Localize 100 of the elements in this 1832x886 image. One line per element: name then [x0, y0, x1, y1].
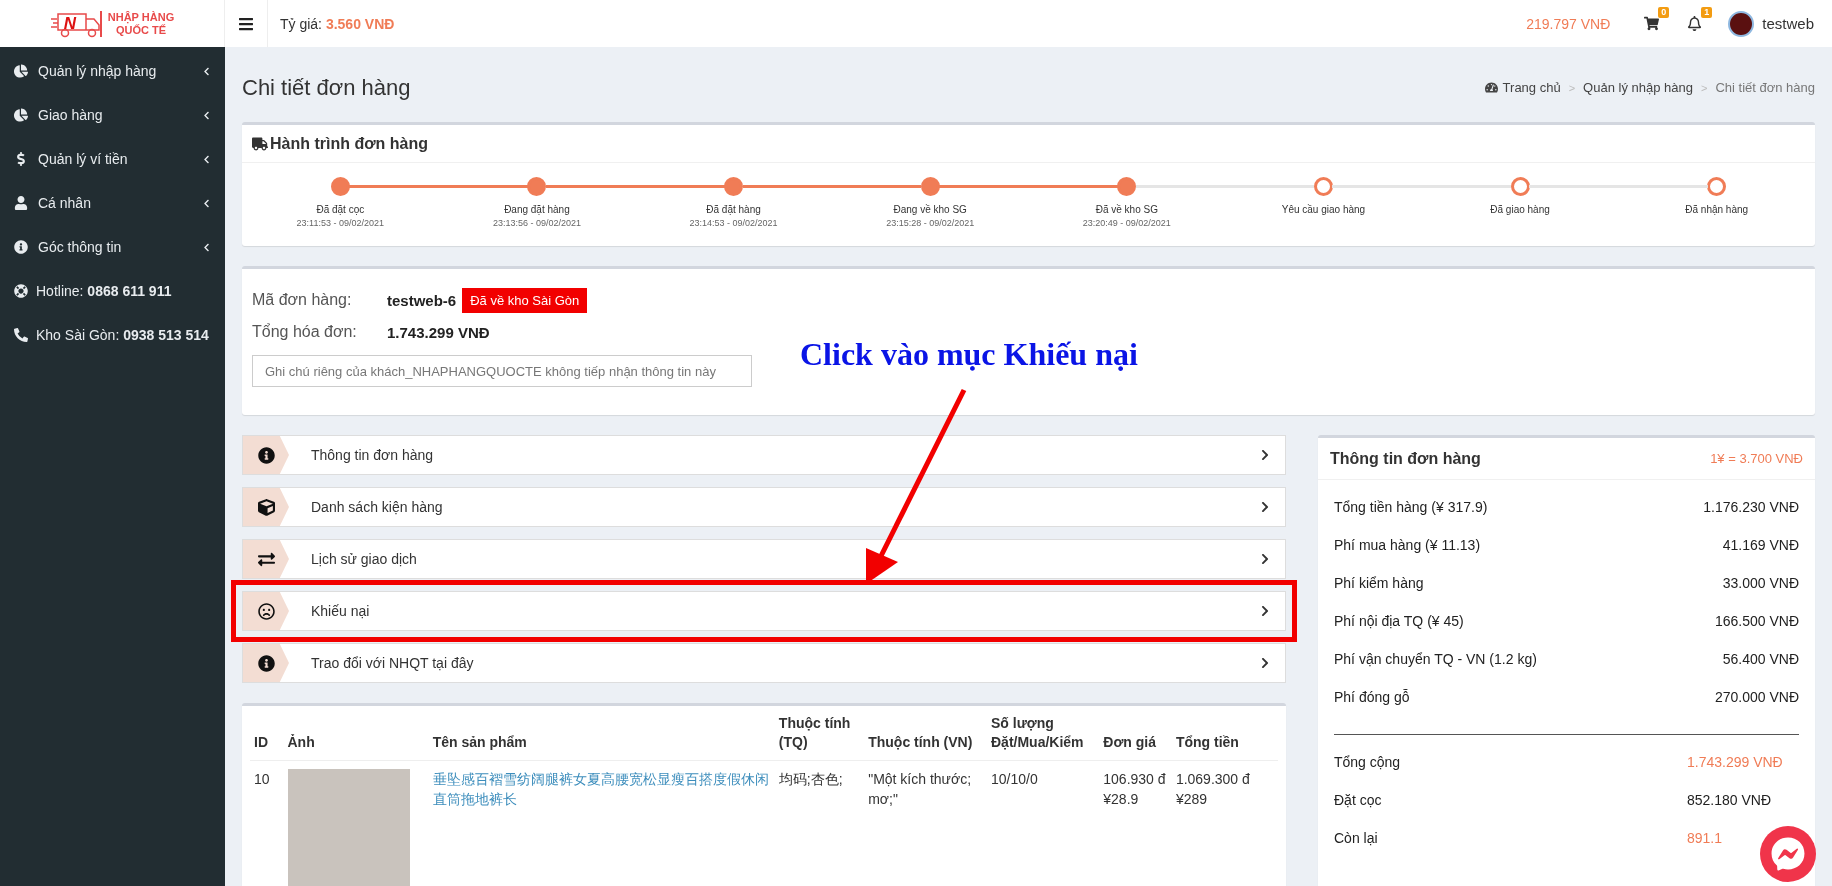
exchange-rate: 1¥ = 3.700 VNĐ — [1710, 451, 1803, 466]
column-header: ID — [250, 706, 284, 761]
info-icon — [257, 654, 275, 672]
step-time: 23:14:53 - 09/02/2021 — [689, 218, 778, 228]
price-text: 106.930 đ — [1103, 770, 1167, 789]
lifebuoy-icon — [14, 284, 28, 298]
chevron-icon — [202, 242, 211, 252]
total-label: Tổng cộng — [1334, 754, 1401, 770]
price-text: ¥28.9 — [1103, 790, 1140, 809]
pie-chart-icon — [14, 108, 28, 122]
fee-value: 41.169 VNĐ — [1722, 537, 1799, 553]
note-field[interactable]: Ghi chú riêng của khách_NHAPHANGQUOCTE không tiếp nhận thông tin này — [252, 355, 752, 387]
step-label: Đang về kho SG — [893, 204, 967, 215]
dashboard-icon — [1484, 81, 1498, 94]
page-title: Chi tiết đơn hàng — [242, 74, 411, 101]
arrows-icon — [257, 550, 275, 568]
fee-value: 1.176.230 VNĐ — [1703, 499, 1799, 515]
fee-label: Phí mua hàng (¥ 11.13) — [1334, 537, 1481, 553]
exchange-rate: Tỷ giá: 3.560 VNĐ — [280, 15, 395, 32]
field-label: Tổng hóa đơn: — [252, 323, 358, 341]
panel-title: Thông tin đơn hàng — [1330, 449, 1481, 468]
contact-text: Hotline: 0868 611 911 — [36, 283, 172, 299]
total-value: 1.743.299 VNĐ — [1687, 754, 1784, 770]
step-label: Đã giao hàng — [1490, 204, 1550, 215]
step-time: 23:20:49 - 09/02/2021 — [1082, 218, 1171, 228]
menu-icon — [238, 15, 254, 32]
step-time: 23:13:56 - 09/02/2021 — [492, 218, 581, 228]
chevron-icon — [1259, 553, 1271, 565]
total-text: ¥289 — [1175, 790, 1209, 809]
column-header: Tên sản phẩm — [428, 706, 775, 761]
fee-label: Phí vận chuyển TQ - VN (1.2 kg) — [1334, 651, 1537, 667]
sidebar-item[interactable]: Góc thông tin — [0, 225, 225, 269]
username[interactable]: testweb — [1762, 15, 1814, 32]
total-value: 852.180 VNĐ — [1687, 792, 1773, 808]
section-row[interactable]: Khiếu nại — [242, 591, 1286, 631]
column-header: Đơn giá — [1099, 706, 1172, 761]
balance: 219.797 VNĐ — [1526, 15, 1611, 32]
dollar-icon — [14, 152, 28, 166]
total-value: 891.1 — [1687, 830, 1724, 846]
contact-text: Kho Sài Gòn: 0938 513 514 — [36, 327, 209, 343]
truck-icon — [252, 135, 268, 152]
breadcrumb-separator: > — [1568, 81, 1576, 94]
info-icon — [257, 446, 275, 464]
info-icon — [14, 240, 28, 254]
step-label: Đã đặt hàng — [706, 204, 761, 215]
breadcrumb-link[interactable]: Quản lý nhập hàng — [1583, 80, 1693, 95]
status-badge: Đã về kho Sài Gòn — [462, 287, 588, 313]
chevron-icon — [202, 154, 211, 164]
chevron-icon — [202, 110, 211, 120]
column-header: Thuộc tính (VN) — [864, 706, 987, 761]
fee-value: 166.500 VNĐ — [1714, 613, 1799, 629]
avatar[interactable] — [1728, 10, 1755, 37]
chevron-icon — [202, 198, 211, 208]
sidebar-item[interactable]: Giao hàng — [0, 93, 225, 137]
chevron-icon — [1259, 501, 1271, 513]
chevron-icon — [1259, 605, 1271, 617]
phone-icon — [14, 328, 28, 342]
bell-icon — [1687, 16, 1703, 31]
total-text: 1.069.300 đ — [1175, 770, 1251, 789]
cart-button[interactable] — [1642, 14, 1662, 33]
fee-label: Tổng tiền hàng (¥ 317.9) — [1334, 499, 1488, 515]
section-row[interactable]: Lịch sử giao dịch — [242, 539, 1286, 579]
logo-letter: N — [63, 13, 78, 34]
order-code: testweb-6 — [387, 291, 457, 309]
section-row[interactable]: Thông tin đơn hàng — [242, 435, 1286, 475]
fee-label: Phí nội địa TQ (¥ 45) — [1334, 613, 1464, 629]
frown-icon — [257, 602, 275, 620]
field-label: Mã đơn hàng: — [252, 291, 353, 309]
messenger-icon — [1771, 837, 1805, 871]
notification-badge: 1 — [1701, 7, 1713, 18]
sidebar-item[interactable]: Quản lý ví tiền — [0, 137, 225, 181]
column-header: Ảnh — [283, 706, 429, 761]
chevron-icon — [202, 66, 211, 76]
section-row[interactable]: Trao đổi với NHQT tại đây — [242, 643, 1286, 683]
product-link[interactable]: 垂坠感百褶雪纺阔腿裤女夏高腰宽松显瘦百搭度假休闲直筒拖地裤长 — [432, 769, 771, 809]
sidebar-item[interactable]: Cá nhân — [0, 181, 225, 225]
fee-label: Phí đóng gỗ — [1334, 689, 1410, 705]
logo-text: NHẬP HÀNG — [107, 10, 175, 24]
chevron-icon — [1259, 657, 1271, 669]
breadcrumb-link[interactable]: Chi tiết đơn hàng — [1715, 80, 1815, 95]
fee-value: 33.000 VNĐ — [1722, 575, 1799, 591]
annotation-text: Click vào mục Khiếu nại — [800, 336, 1138, 373]
card-title: Hành trình đơn hàng — [270, 134, 429, 153]
cube-icon — [257, 498, 275, 516]
table-cell: "Một kích thước; mơ;" — [864, 760, 987, 886]
table-cell: 10 — [250, 760, 284, 886]
chevron-icon — [1259, 449, 1271, 461]
breadcrumb-link[interactable]: Trang chủ — [1484, 80, 1561, 95]
step-time: 23:15:28 - 09/02/2021 — [886, 218, 975, 228]
column-header: Thuộc tính (TQ) — [774, 706, 865, 761]
sidebar-item[interactable]: Quản lý nhập hàng — [0, 49, 225, 93]
cart-badge: 0 — [1658, 7, 1670, 18]
step-label: Đã nhận hàng — [1685, 204, 1749, 215]
cart-icon — [1644, 16, 1660, 31]
total-label: Còn lại — [1334, 830, 1378, 846]
step-time: 23:11:53 - 09/02/2021 — [296, 218, 384, 228]
fee-label: Phí kiểm hàng — [1334, 575, 1424, 591]
table-cell: 均码;杏色; — [774, 760, 865, 886]
section-row[interactable]: Danh sách kiện hàng — [242, 487, 1286, 527]
step-label: Yêu cầu giao hàng — [1281, 204, 1366, 215]
